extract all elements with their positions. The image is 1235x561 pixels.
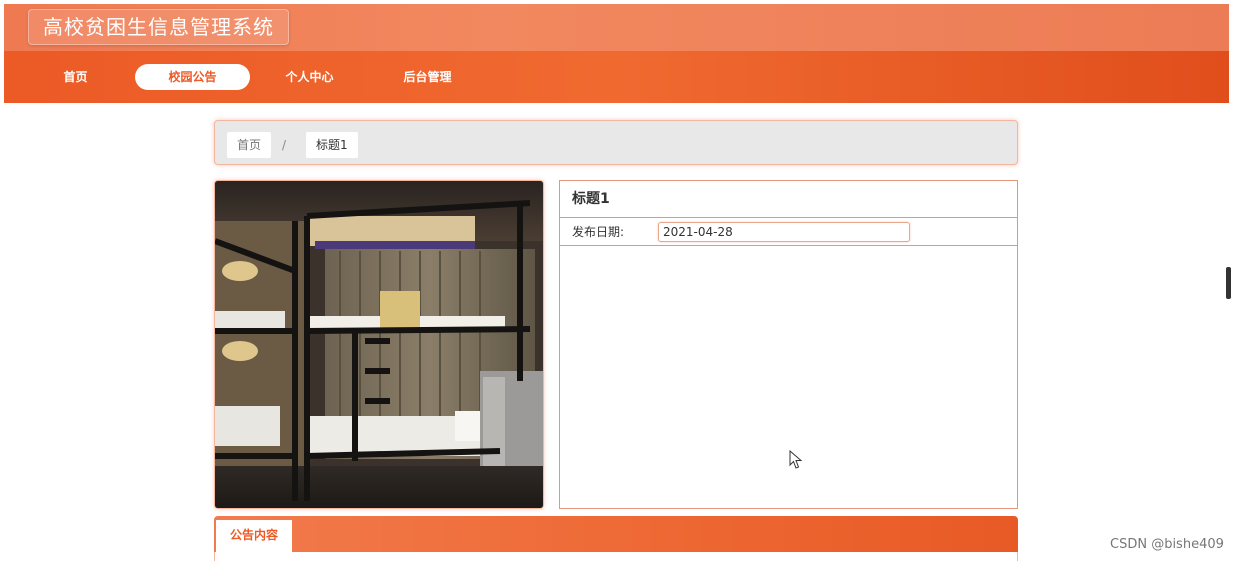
nav-item-personal-center[interactable]: 个人中心 (252, 64, 367, 90)
announcement-title: 标题1 (560, 181, 1017, 218)
dorm-room-photo (215, 181, 543, 508)
watermark: CSDN @bishe409 (1110, 537, 1224, 552)
content-area-top (214, 552, 1018, 561)
breadcrumb: 首页 / 标题1 (214, 120, 1018, 165)
nav-item-admin[interactable]: 后台管理 (370, 64, 485, 90)
breadcrumb-home-link[interactable]: 首页 (227, 132, 272, 158)
main-nav: 首页 校园公告 个人中心 后台管理 (4, 51, 1229, 103)
nav-item-announcements[interactable]: 校园公告 (135, 64, 250, 90)
tab-announcement-content[interactable]: 公告内容 (216, 520, 292, 561)
announcement-image (214, 180, 544, 509)
top-banner: 高校贫困生信息管理系统 (4, 4, 1229, 51)
browser-viewport: 高校贫困生信息管理系统 首页 校园公告 个人中心 后台管理 首页 / 标题1 标… (4, 4, 1229, 561)
breadcrumb-current: 标题1 (306, 132, 358, 158)
publish-date-field[interactable]: 2021-04-28 (658, 222, 910, 242)
breadcrumb-separator: / (282, 138, 287, 152)
mouse-pointer-icon (789, 450, 803, 469)
site-title: 高校贫困生信息管理系统 (28, 9, 289, 45)
nav-item-home[interactable]: 首页 (18, 64, 133, 90)
content-tab-bar: 公告内容 (214, 516, 1018, 561)
scrollbar-thumb[interactable] (1226, 267, 1231, 299)
publish-date-row: 发布日期: 2021-04-28 (560, 218, 1017, 246)
publish-date-label: 发布日期: (572, 225, 625, 239)
